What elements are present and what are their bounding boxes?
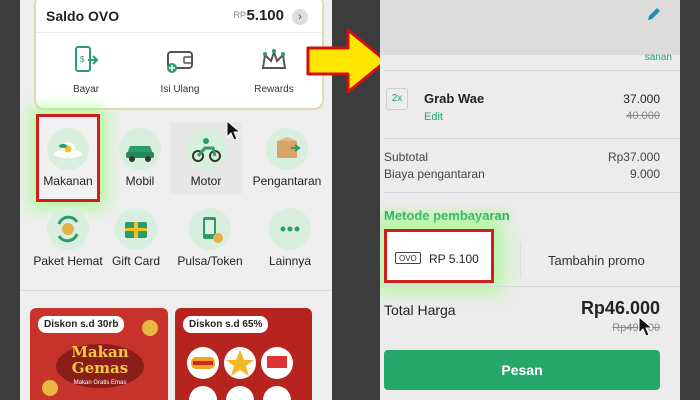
more-icon [269, 208, 311, 250]
car-icon [119, 128, 161, 170]
item-name: Grab Wae [424, 91, 485, 106]
delivery-fee-label: Biaya pengantaran [384, 167, 485, 181]
phone-pay-icon: $ [75, 46, 99, 72]
gift-card-icon [115, 208, 157, 250]
subtotal-value: Rp37.000 [607, 150, 660, 164]
ovo-logo-tag: OVO [395, 252, 421, 264]
parcel-icon [266, 128, 308, 170]
mouse-cursor-icon [638, 316, 654, 337]
divider [384, 138, 680, 139]
address-note-card [380, 0, 680, 55]
crown-icon [261, 48, 287, 69]
service-pulsa-token-label: Pulsa/Token [177, 254, 243, 268]
mouse-cursor-icon [226, 120, 242, 141]
service-pulsa-token[interactable]: Pulsa/Token [170, 208, 250, 268]
payment-amount: RP 5.100 [429, 252, 479, 266]
delivery-fee-value: 9.000 [629, 167, 660, 181]
rewards-label: Rewards [254, 84, 294, 95]
add-promo-button[interactable]: Tambahin promo [548, 253, 645, 268]
divider [384, 286, 680, 287]
item-quantity: 2x [386, 88, 408, 110]
item-price: 37.000 [623, 92, 660, 106]
ovo-balance-value: 5.100 [246, 7, 284, 24]
divider [20, 290, 332, 291]
bundle-icon [47, 208, 89, 250]
subtotal-label: Subtotal [384, 150, 429, 164]
divider [36, 32, 322, 33]
divider [384, 192, 680, 193]
isi-ulang-button[interactable]: Isi Ulang [140, 44, 220, 95]
item-edit-link[interactable]: Edit [424, 111, 443, 123]
bayar-button[interactable]: $ Bayar [46, 44, 126, 95]
arrow-right-icon [306, 28, 388, 94]
item-price-original: 40.000 [626, 110, 660, 122]
isi-ulang-label: Isi Ulang [160, 84, 200, 95]
food-icon [47, 128, 89, 170]
service-mobil-label: Mobil [125, 174, 155, 188]
service-motor-label: Motor [190, 174, 222, 188]
service-paket-hemat-label: Paket Hemat [33, 254, 103, 268]
checkout-screen: sanan 2x Grab Wae Edit 37.000 40.000 Sub… [380, 0, 680, 400]
promo-brand-logos [187, 347, 293, 400]
service-pengantaran-label: Pengantaran [252, 174, 322, 188]
bayar-label: Bayar [72, 84, 100, 95]
ovo-balance-card[interactable]: Saldo OVO RP 5.100 › $ Bayar Isi Ulang R… [34, 0, 324, 110]
phone-credit-icon [189, 208, 231, 250]
service-pengantaran[interactable]: Pengantaran [242, 128, 332, 188]
ovo-balance-title: Saldo OVO [46, 8, 120, 24]
promo-subtitle: Makan Gratis Emas [73, 380, 127, 386]
promo-headline: Makan Gemas [71, 343, 129, 377]
svg-text:$: $ [80, 55, 85, 64]
service-paket-hemat[interactable]: Paket Hemat [28, 208, 108, 268]
payment-method-ovo[interactable]: OVO RP 5.100 [384, 229, 494, 283]
payment-method-title: Metode pembayaran [384, 208, 510, 223]
pencil-edit-icon[interactable] [646, 6, 662, 22]
service-lainnya[interactable]: Lainnya [254, 208, 326, 268]
service-gift-card-label: Gift Card [111, 254, 160, 268]
service-makanan[interactable]: Makanan [32, 128, 104, 188]
total-price-label: Total Harga [384, 302, 456, 318]
divider [384, 70, 680, 71]
service-makanan-label: Makanan [43, 174, 93, 188]
ovo-balance-header: Saldo OVO RP 5.100 › [46, 7, 312, 28]
divider [520, 242, 521, 278]
wallet-topup-icon [167, 51, 193, 73]
save-link[interactable]: sanan [645, 52, 672, 63]
service-mobil[interactable]: Mobil [104, 128, 176, 188]
service-gift-card[interactable]: Gift Card [100, 208, 172, 268]
chevron-right-icon[interactable]: › [292, 9, 308, 25]
home-screen: Saldo OVO RP 5.100 › $ Bayar Isi Ulang R… [20, 0, 332, 400]
rewards-button[interactable]: Rewards [234, 44, 314, 95]
service-lainnya-label: Lainnya [268, 254, 312, 268]
promo-card-brands[interactable]: Diskon s.d 65% [175, 308, 312, 400]
order-button[interactable]: Pesan [384, 350, 660, 390]
ovo-balance-currency: RP [233, 10, 246, 20]
motorbike-icon [185, 128, 227, 170]
promo-card-makan-gemas[interactable]: Diskon s.d 30rb Makan Gemas Makan Gratis… [30, 308, 168, 400]
